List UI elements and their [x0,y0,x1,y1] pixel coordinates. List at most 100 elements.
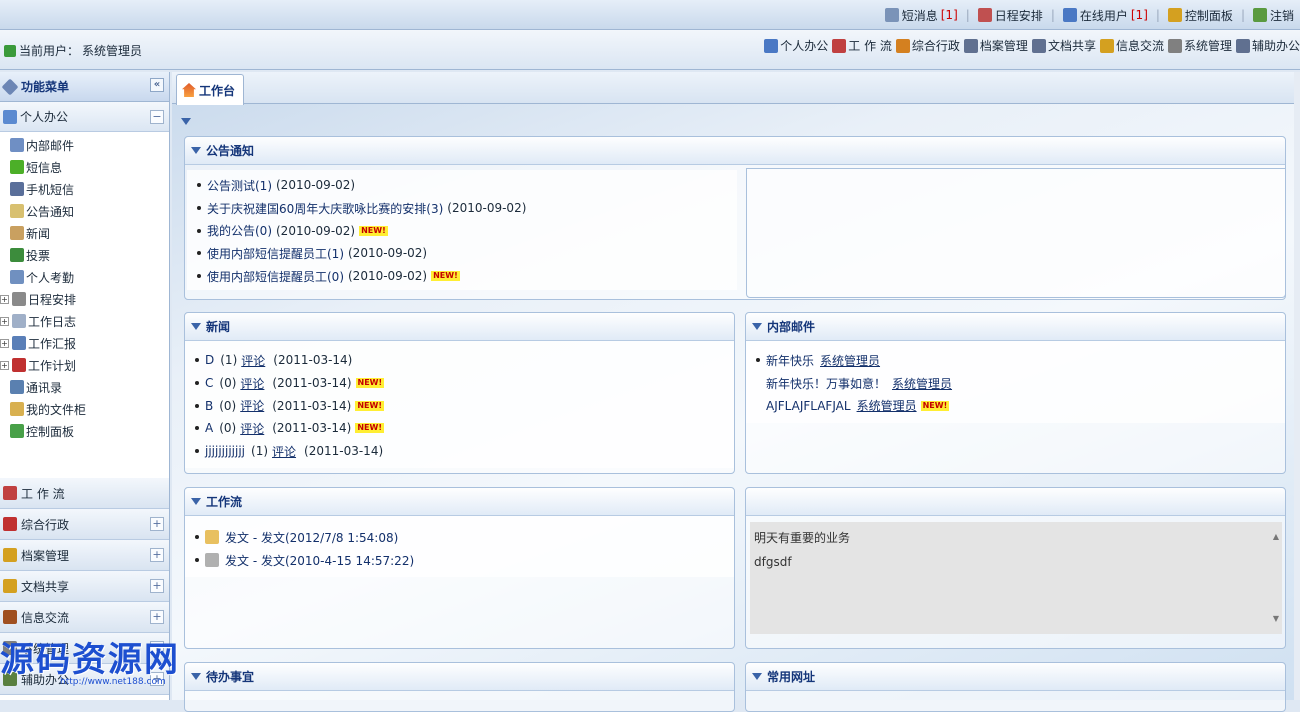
module-link-6[interactable]: 系统管理 [1167,37,1232,54]
sidebar-item-4[interactable]: 新闻 [10,222,169,244]
sidebar-item-9[interactable]: + 工作汇报 [0,332,169,354]
mail-subject-link[interactable]: AJFLAJFLAFJAL [766,399,851,413]
scroll-up-icon[interactable]: ▲ [1273,525,1279,549]
bullet-icon [195,426,199,431]
group-expand-toggle[interactable]: + [150,548,164,562]
page-scrollbar[interactable] [1294,72,1300,700]
current-user-label: 当前用户： [19,44,80,58]
workflow-icon [832,38,847,53]
comment-link[interactable]: 评论 [240,397,264,414]
workflow-link[interactable]: 发文 - 发文(2010-4-15 14:57:22) [225,552,414,569]
mail-sender-link[interactable]: 系统管理员 [820,352,880,369]
module-link-0[interactable]: 个人办公 [764,37,828,54]
sidebar-group-3[interactable]: 文档共享 + [0,571,169,602]
sidebar-item-2[interactable]: 手机短信 [10,178,169,200]
collapse-sidebar-button[interactable]: « [150,78,164,92]
top-link-1[interactable]: 日程安排 [977,7,1043,24]
comment-link[interactable]: 评论 [272,443,296,460]
tree-expand-toggle[interactable]: + [0,294,9,304]
group-expand-toggle[interactable]: + [150,641,164,655]
sidebar-group-6[interactable]: 辅助办公 + [0,664,169,695]
module-link-4[interactable]: 文档共享 [1031,37,1096,54]
collapse-all-triangle-icon[interactable] [181,118,191,125]
sidebar-item-13[interactable]: 控制面板 [10,420,169,442]
mail-sender-link[interactable]: 系统管理员 [857,397,917,414]
calendar-icon [977,8,992,22]
announcement-link[interactable]: 我的公告(0) [207,222,272,239]
news-link[interactable]: jjjjjjjjjjjj [205,444,245,458]
comment-link[interactable]: 评论 [240,375,264,392]
collapse-triangle-icon[interactable] [191,498,201,505]
news-link[interactable]: B [205,399,213,413]
announcement-link[interactable]: 使用内部短信提醒员工(1) [207,245,344,262]
tab-workbench[interactable]: 工作台 [176,74,244,105]
sidebar-group-0[interactable]: 工 作 流 [0,478,169,509]
system-gear-icon [3,641,17,655]
mail-row: 新年快乐！万事如意！ 系统管理员 [756,372,1275,395]
note-textarea[interactable]: 明天有重要的业务 dfgsdf ▲ ▼ [750,522,1282,634]
control-panel-icon [10,424,24,438]
collapse-triangle-icon[interactable] [752,323,762,330]
group-expand-toggle[interactable]: + [150,517,164,531]
module-link-3[interactable]: 档案管理 [963,37,1028,54]
tree-expand-toggle[interactable]: + [0,338,9,348]
sidebar-item-5[interactable]: 投票 [10,244,169,266]
collapse-triangle-icon[interactable] [191,147,201,154]
mail-header[interactable]: 内部邮件 [746,313,1285,341]
announcements-header[interactable]: 公告通知 [185,137,1285,165]
module-link-5[interactable]: 信息交流 [1099,37,1164,54]
workflow-link[interactable]: 发文 - 发文(2012/7/8 1:54:08) [225,529,398,546]
collapse-triangle-icon[interactable] [191,673,201,680]
news-count: (0) [219,421,237,436]
sidebar-group-1[interactable]: 综合行政 + [0,509,169,540]
sidebar-item-8[interactable]: + 工作日志 [0,310,169,332]
tree-expand-toggle[interactable]: + [0,360,9,370]
top-link-label: 注销 [1269,8,1294,23]
comment-link[interactable]: 评论 [240,420,264,437]
news-header[interactable]: 新闻 [185,313,734,341]
sidebar-group-personal-office[interactable]: 个人办公 − [0,102,169,132]
links-header[interactable]: 常用网址 [746,663,1285,691]
sidebar-group-5[interactable]: 系统管理 + [0,633,169,664]
group-expand-toggle[interactable]: + [150,672,164,686]
news-link[interactable]: C [205,376,213,390]
news-link[interactable]: A [205,421,213,435]
scroll-down-icon[interactable]: ▼ [1273,607,1279,631]
sidebar-item-6[interactable]: 个人考勤 [10,266,169,288]
sidebar-group-4[interactable]: 信息交流 + [0,602,169,633]
comment-link[interactable]: 评论 [241,352,265,369]
group-collapse-toggle[interactable]: − [150,110,164,124]
announcement-link[interactable]: 使用内部短信提醒员工(0) [207,268,344,285]
collapse-triangle-icon[interactable] [191,323,201,330]
sidebar-item-3[interactable]: 公告通知 [10,200,169,222]
module-label: 档案管理 [979,39,1028,53]
top-link-3[interactable]: 控制面板 [1167,7,1233,24]
group-expand-toggle[interactable]: + [150,610,164,624]
module-link-2[interactable]: 综合行政 [895,37,960,54]
workflow-header[interactable]: 工作流 [185,488,734,516]
sidebar-item-0[interactable]: 内部邮件 [10,134,169,156]
sidebar-item-1[interactable]: 短信息 [10,156,169,178]
announcement-link[interactable]: 公告测试(1) [207,177,272,194]
group-expand-toggle[interactable]: + [150,579,164,593]
top-link-2[interactable]: 在线用户 [1] [1062,7,1148,24]
module-link-1[interactable]: 工 作 流 [832,37,892,54]
sidebar-group-2[interactable]: 档案管理 + [0,540,169,571]
collapse-triangle-icon[interactable] [752,673,762,680]
mail-subject-link[interactable]: 新年快乐！万事如意！ [766,375,886,392]
module-link-7[interactable]: 辅助办公 [1235,37,1300,54]
sidebar-item-12[interactable]: 我的文件柜 [10,398,169,420]
mail-sender-link[interactable]: 系统管理员 [892,375,952,392]
sidebar-item-7[interactable]: + 日程安排 [0,288,169,310]
announcement-link[interactable]: 关于庆祝建国60周年大庆歌咏比赛的安排(3) [207,200,443,217]
tree-expand-toggle[interactable]: + [0,316,9,326]
news-link[interactable]: D [205,353,214,367]
workspace: 工作台 公告通知 公告测试(1) (2010-09-02) 关于庆祝建国60周年大庆… [172,72,1300,712]
sidebar-item-10[interactable]: + 工作计划 [0,354,169,376]
logout-icon [1252,8,1267,22]
sidebar-item-11[interactable]: 通讯录 [10,376,169,398]
top-link-4[interactable]: 注销 [1252,7,1294,24]
top-link-0[interactable]: 短消息 [1] [884,7,958,24]
todo-header[interactable]: 待办事宜 [185,663,734,691]
mail-subject-link[interactable]: 新年快乐 [766,352,814,369]
